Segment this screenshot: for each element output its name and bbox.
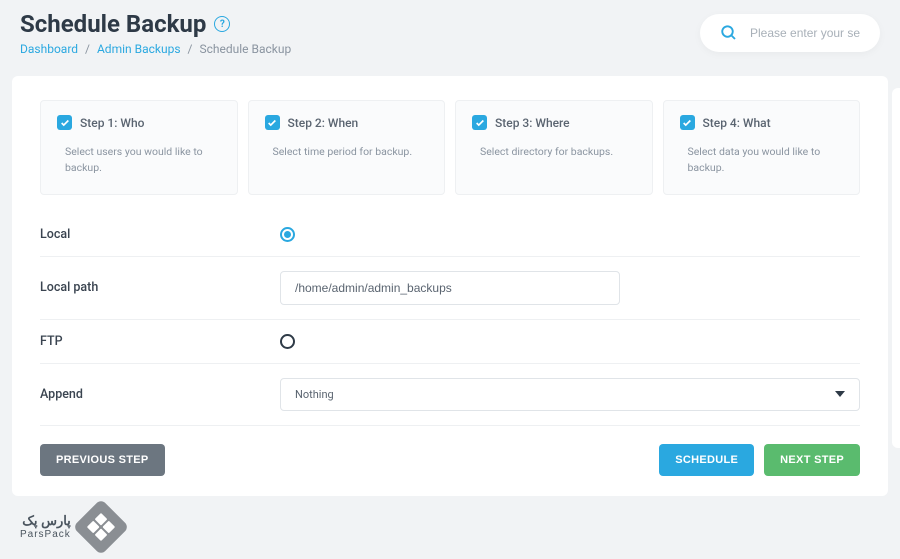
step-when[interactable]: Step 2: When Select time period for back… [248, 100, 446, 195]
brand-name-fa: پارس پک [20, 513, 71, 529]
select-append-value: Nothing [295, 388, 334, 401]
previous-step-button[interactable]: PREVIOUS STEP [40, 444, 165, 476]
radio-ftp[interactable] [280, 334, 295, 349]
step-what[interactable]: Step 4: What Select data you would like … [663, 100, 861, 195]
step-desc: Select directory for backups. [472, 144, 636, 160]
step-title: Step 4: What [703, 116, 771, 130]
row-ftp: FTP [40, 320, 860, 364]
search-icon [720, 24, 738, 42]
steps-row: Step 1: Who Select users you would like … [40, 100, 860, 195]
input-local-path[interactable] [280, 271, 620, 305]
select-append[interactable]: Nothing [280, 378, 860, 411]
row-local: Local [40, 213, 860, 257]
breadcrumb: Dashboard / Admin Backups / Schedule Bac… [20, 42, 700, 56]
check-icon [472, 115, 487, 130]
page-title: Schedule Backup [20, 10, 206, 38]
step-desc: Select time period for backup. [265, 144, 429, 160]
label-ftp: FTP [40, 334, 280, 349]
label-append: Append [40, 387, 280, 402]
row-append: Append Nothing [40, 364, 860, 426]
search-input[interactable] [750, 26, 860, 40]
radio-local[interactable] [280, 227, 295, 242]
breadcrumb-current: Schedule Backup [199, 42, 291, 56]
check-icon [265, 115, 280, 130]
step-title: Step 1: Who [80, 116, 144, 130]
step-title: Step 2: When [288, 116, 359, 130]
step-desc: Select data you would like to backup. [680, 144, 844, 176]
next-step-button[interactable]: NEXT STEP [764, 444, 860, 476]
brand-footer: پارس پک ParsPack [20, 507, 121, 547]
page-header: Schedule Backup ? Dashboard / Admin Back… [0, 0, 900, 64]
label-local: Local [40, 227, 280, 242]
actions-row: PREVIOUS STEP SCHEDULE NEXT STEP [40, 444, 860, 476]
brand-logo-icon [73, 499, 130, 556]
side-panel-edge [892, 88, 900, 448]
step-desc: Select users you would like to backup. [57, 144, 221, 176]
step-title: Step 3: Where [495, 116, 570, 130]
breadcrumb-dashboard[interactable]: Dashboard [20, 42, 78, 56]
check-icon [57, 115, 72, 130]
search-box[interactable] [700, 14, 880, 52]
step-where[interactable]: Step 3: Where Select directory for backu… [455, 100, 653, 195]
chevron-down-icon [835, 391, 845, 397]
brand-name-en: ParsPack [20, 529, 71, 541]
main-card: Step 1: Who Select users you would like … [12, 76, 888, 496]
help-icon[interactable]: ? [214, 16, 230, 32]
check-icon [680, 115, 695, 130]
breadcrumb-admin-backups[interactable]: Admin Backups [97, 42, 181, 56]
row-local-path: Local path [40, 257, 860, 320]
step-who[interactable]: Step 1: Who Select users you would like … [40, 100, 238, 195]
schedule-button[interactable]: SCHEDULE [659, 444, 754, 476]
label-local-path: Local path [40, 280, 280, 295]
